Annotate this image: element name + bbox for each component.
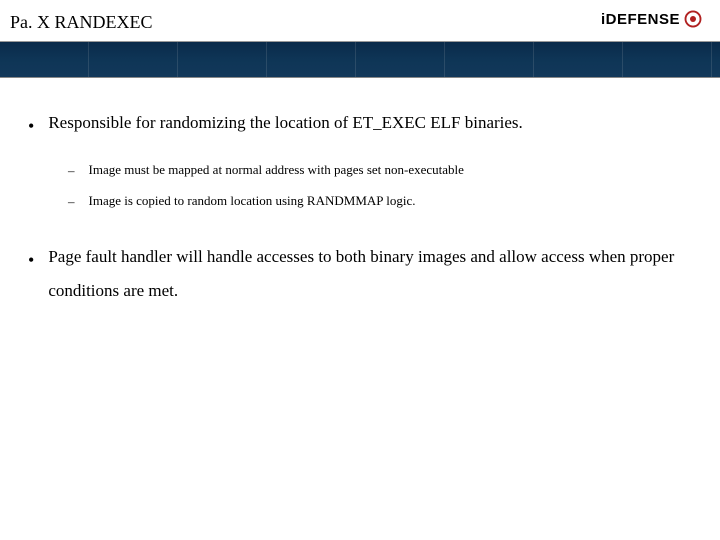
dash-icon: – [68,194,75,210]
slide-header: Pa. X RANDEXEC iDEFENSE [0,0,720,80]
bullet-text: Responsible for randomizing the location… [48,106,522,140]
brand-logo: iDEFENSE [601,10,702,28]
header-banner [0,42,720,78]
sub-bullet-item: – Image is copied to random location usi… [68,193,692,210]
slide-content: • Responsible for randomizing the locati… [0,80,720,346]
bullet-item: • Responsible for randomizing the locati… [28,106,692,144]
bullet-dot-icon: • [28,108,34,144]
bullet-dot-icon: • [28,242,34,278]
bullet-item: • Page fault handler will handle accesse… [28,240,692,308]
brand-logo-icon [684,10,702,28]
sub-bullet-list: – Image must be mapped at normal address… [68,162,692,210]
sub-bullet-item: – Image must be mapped at normal address… [68,162,692,179]
sub-bullet-text: Image must be mapped at normal address w… [89,162,464,178]
brand-logo-text: iDEFENSE [601,11,680,28]
dash-icon: – [68,163,75,179]
sub-bullet-text: Image is copied to random location using… [89,193,416,209]
bullet-text: Page fault handler will handle accesses … [48,240,692,308]
